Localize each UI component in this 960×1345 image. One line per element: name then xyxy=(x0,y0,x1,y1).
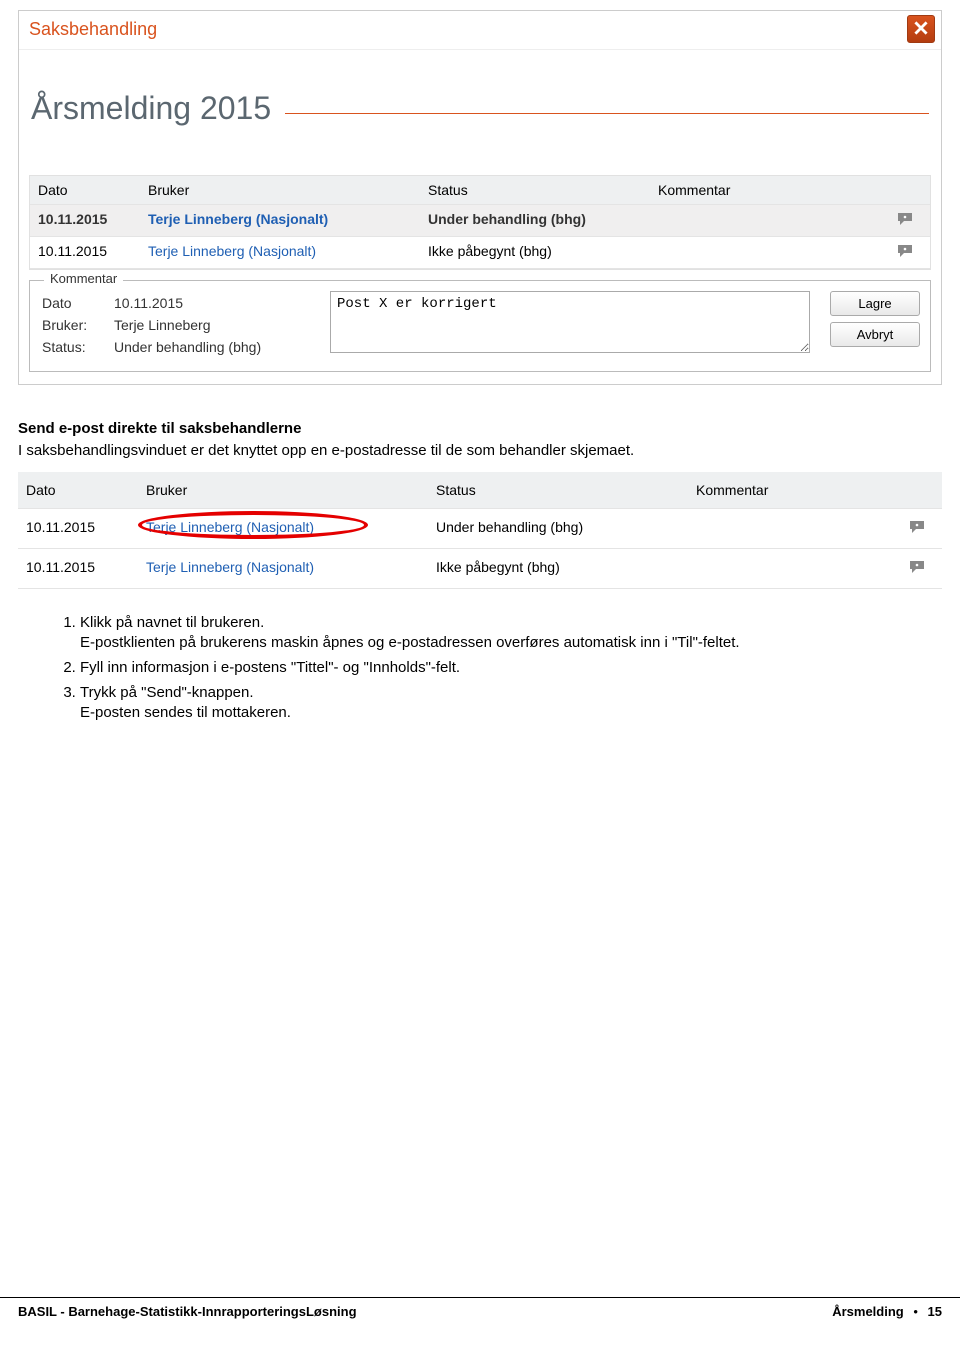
section-paragraph: I saksbehandlingsvinduet er det knyttet … xyxy=(18,441,942,461)
meta-status-value: Under behandling (bhg) xyxy=(114,337,269,357)
row-date: 10.11.2015 xyxy=(18,509,138,549)
col-header-icon xyxy=(880,176,930,205)
instruction-main: Klikk på navnet til brukeren. xyxy=(80,614,264,631)
footer-section: Årsmelding xyxy=(832,1304,904,1319)
row-status: Ikke påbegynt (bhg) xyxy=(428,549,688,589)
grid-header: Dato Bruker Status Kommentar xyxy=(30,176,930,205)
app-window: Saksbehandling Årsmelding 2015 Dato Bruk… xyxy=(18,10,942,385)
instruction-sub: E-posten sendes til mottakeren. xyxy=(80,704,291,721)
app-header: Saksbehandling xyxy=(19,11,941,50)
speech-bubble-icon xyxy=(897,243,913,262)
row-user-cell: Terje Linneberg (Nasjonalt) xyxy=(138,509,428,549)
speech-bubble-icon xyxy=(909,559,925,578)
meta-status-label: Status: xyxy=(42,337,112,357)
col-header-comment: Kommentar xyxy=(688,472,892,509)
body-text: Send e-post direkte til saksbehandlerne … xyxy=(0,405,960,462)
speech-bubble-icon xyxy=(909,519,925,538)
row-comment-icon[interactable] xyxy=(880,205,930,237)
col-header-date: Dato xyxy=(30,176,140,205)
col-header-user: Bruker xyxy=(138,472,428,509)
col-header-status: Status xyxy=(428,472,688,509)
meta-user-label: Bruker: xyxy=(42,315,112,335)
row-status: Under behandling (bhg) xyxy=(420,205,650,237)
footer-right: Årsmelding • 15 xyxy=(832,1304,942,1319)
table-row[interactable]: 10.11.2015 Terje Linneberg (Nasjonalt) U… xyxy=(18,509,942,549)
table-row[interactable]: 10.11.2015 Terje Linneberg (Nasjonalt) I… xyxy=(18,549,942,589)
instruction-item: Trykk på "Send"-knappen. E-posten sendes… xyxy=(80,683,930,724)
table-row[interactable]: 10.11.2015 Terje Linneberg (Nasjonalt) I… xyxy=(30,237,930,269)
comment-textarea[interactable] xyxy=(330,291,810,353)
row-comment xyxy=(650,237,880,269)
row-user-cell: Terje Linneberg (Nasjonalt) xyxy=(138,549,428,589)
status-grid: Dato Bruker Status Kommentar 10.11.2015 … xyxy=(29,175,931,270)
save-button[interactable]: Lagre xyxy=(830,291,920,316)
row-date: 10.11.2015 xyxy=(30,237,140,269)
row-user-link[interactable]: Terje Linneberg (Nasjonalt) xyxy=(146,559,314,575)
instructions: Klikk på navnet til brukeren. E-postklie… xyxy=(0,605,960,724)
instruction-item: Fyll inn informasjon i e-postens "Tittel… xyxy=(80,658,930,679)
meta-date-label: Dato xyxy=(42,293,112,313)
row-comment-icon[interactable] xyxy=(892,549,942,589)
page-title-row: Årsmelding 2015 xyxy=(19,50,941,135)
instruction-main: Fyll inn informasjon i e-postens "Tittel… xyxy=(80,659,460,676)
row-comment xyxy=(650,205,880,237)
col-header-date: Dato xyxy=(18,472,138,509)
section-heading: Send e-post direkte til saksbehandlerne xyxy=(18,419,942,439)
page-title: Årsmelding 2015 xyxy=(31,90,285,127)
footer-left: BASIL - Barnehage-Statistikk-Innrapporte… xyxy=(18,1304,357,1319)
cancel-button[interactable]: Avbryt xyxy=(830,322,920,347)
row-user-link[interactable]: Terje Linneberg (Nasjonalt) xyxy=(140,205,420,237)
comment-panel-legend: Kommentar xyxy=(44,271,123,286)
grid2-header: Dato Bruker Status Kommentar xyxy=(18,472,942,509)
meta-date-value: 10.11.2015 xyxy=(114,293,269,313)
close-button[interactable] xyxy=(907,15,935,43)
col-header-icon xyxy=(892,472,942,509)
instruction-sub: E-postklienten på brukerens maskin åpnes… xyxy=(80,634,740,651)
grid-screenshot: Dato Bruker Status Kommentar 10.11.2015 … xyxy=(18,472,942,589)
close-icon xyxy=(914,21,928,38)
page-footer: BASIL - Barnehage-Statistikk-Innrapporte… xyxy=(0,1297,960,1319)
row-comment xyxy=(688,549,892,589)
row-date: 10.11.2015 xyxy=(18,549,138,589)
row-comment xyxy=(688,509,892,549)
app-header-title: Saksbehandling xyxy=(29,19,157,40)
bullet-icon: • xyxy=(913,1304,918,1319)
col-header-status: Status xyxy=(420,176,650,205)
row-status: Ikke påbegynt (bhg) xyxy=(420,237,650,269)
col-header-comment: Kommentar xyxy=(650,176,880,205)
row-comment-icon[interactable] xyxy=(892,509,942,549)
table-row[interactable]: 10.11.2015 Terje Linneberg (Nasjonalt) U… xyxy=(30,205,930,237)
row-date[interactable]: 10.11.2015 xyxy=(30,205,140,237)
row-status: Under behandling (bhg) xyxy=(428,509,688,549)
row-user-link[interactable]: Terje Linneberg (Nasjonalt) xyxy=(140,237,420,269)
page-title-divider xyxy=(285,113,929,114)
footer-page: 15 xyxy=(928,1304,942,1319)
instruction-item: Klikk på navnet til brukeren. E-postklie… xyxy=(80,613,930,654)
comment-meta: Dato 10.11.2015 Bruker: Terje Linneberg … xyxy=(40,291,310,359)
row-user-link[interactable]: Terje Linneberg (Nasjonalt) xyxy=(146,519,314,535)
speech-bubble-icon xyxy=(897,211,913,230)
comment-panel: Kommentar Dato 10.11.2015 Bruker: Terje … xyxy=(29,280,931,372)
meta-user-value: Terje Linneberg xyxy=(114,315,269,335)
instruction-main: Trykk på "Send"-knappen. xyxy=(80,684,254,701)
row-comment-icon[interactable] xyxy=(880,237,930,269)
col-header-user: Bruker xyxy=(140,176,420,205)
